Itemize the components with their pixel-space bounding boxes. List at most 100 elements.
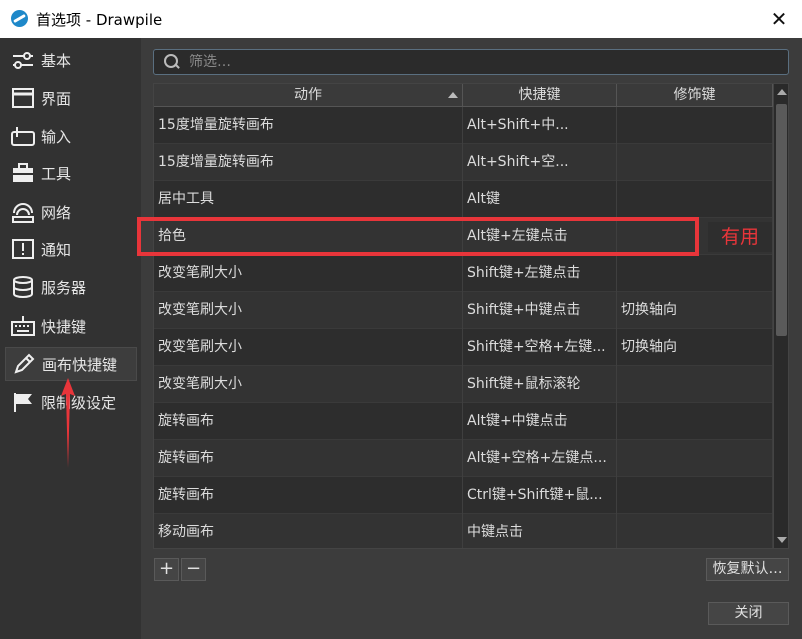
cell-shortcut: Shift键+中键点击 bbox=[463, 292, 617, 329]
sidebar-item-label: 限制级设定 bbox=[41, 393, 117, 412]
sidebar-item-label: 服务器 bbox=[41, 278, 87, 297]
sidebar-item-tools[interactable]: 工具 bbox=[5, 156, 137, 190]
table-body: 15度增量旋转画布 Alt+Shift+中... 15度增量旋转画布 Alt+Shif… bbox=[154, 107, 773, 548]
column-header-modifier[interactable]: 修饰键 bbox=[617, 84, 773, 107]
sidebar-item-label: 基本 bbox=[41, 51, 72, 70]
cell-action: 15度增量旋转画布 bbox=[154, 144, 463, 181]
table-row[interactable]: 旋转画布 Alt键+中键点击 bbox=[154, 403, 773, 440]
sidebar-item-basic[interactable]: 基本 bbox=[5, 43, 137, 77]
cell-action: 居中工具 bbox=[154, 181, 463, 218]
annotation-label: 有用 bbox=[708, 222, 772, 252]
table-row[interactable]: 改变笔刷大小 Shift键+鼠标滚轮 bbox=[154, 366, 773, 403]
drawpile-logo-icon bbox=[11, 10, 28, 27]
cell-action: 旋转画布 bbox=[154, 403, 463, 440]
search-icon bbox=[163, 53, 181, 71]
table-row[interactable]: 15度增量旋转画布 Alt+Shift+中... bbox=[154, 107, 773, 144]
sidebar: 基本 界面 输入 工具 网络 通知 服务器 快捷键 画布快捷键 限制级设定 bbox=[0, 38, 141, 639]
filter-search-box[interactable] bbox=[153, 49, 789, 75]
sidebar-item-input[interactable]: 输入 bbox=[5, 119, 137, 153]
cell-shortcut: Shift键+空格+左键... bbox=[463, 329, 617, 366]
restore-defaults-button[interactable]: 恢复默认… bbox=[706, 558, 789, 581]
table-header: 动作 快捷键 修饰键 bbox=[154, 84, 773, 107]
cell-shortcut: Shift键+鼠标滚轮 bbox=[463, 366, 617, 403]
cell-action: 改变笔刷大小 bbox=[154, 292, 463, 329]
sidebar-item-label: 通知 bbox=[41, 240, 72, 259]
sidebar-item-label: 输入 bbox=[41, 127, 72, 146]
cell-modifier bbox=[617, 144, 773, 181]
cell-action: 拾色 bbox=[154, 218, 463, 255]
scroll-down-arrow-icon[interactable] bbox=[777, 537, 787, 543]
cell-shortcut: Alt键+中键点击 bbox=[463, 403, 617, 440]
cell-action: 改变笔刷大小 bbox=[154, 255, 463, 292]
keyboard-icon bbox=[11, 314, 35, 338]
cell-action: 移动画布 bbox=[154, 514, 463, 548]
sort-ascending-icon bbox=[448, 92, 458, 98]
cell-shortcut: 中键点击 bbox=[463, 514, 617, 548]
scroll-up-arrow-icon[interactable] bbox=[777, 89, 787, 95]
sidebar-item-label: 界面 bbox=[41, 89, 72, 108]
add-shortcut-button[interactable]: + bbox=[154, 558, 179, 581]
cell-action: 15度增量旋转画布 bbox=[154, 107, 463, 144]
cell-action: 旋转画布 bbox=[154, 477, 463, 514]
sidebar-item-interface[interactable]: 界面 bbox=[5, 81, 137, 115]
cell-shortcut: Ctrl键+Shift键+鼠... bbox=[463, 477, 617, 514]
annotation-arrow-icon bbox=[61, 378, 75, 468]
window-icon bbox=[11, 86, 35, 110]
column-header-shortcut[interactable]: 快捷键 bbox=[463, 84, 617, 107]
sidebar-item-label: 快捷键 bbox=[41, 317, 87, 336]
tablet-icon bbox=[11, 124, 35, 148]
sidebar-item-label: 网络 bbox=[41, 203, 72, 222]
cell-modifier bbox=[617, 403, 773, 440]
column-header-action[interactable]: 动作 bbox=[154, 84, 463, 107]
table-row[interactable]: 改变笔刷大小 Shift键+左键点击 bbox=[154, 255, 773, 292]
notification-icon bbox=[11, 237, 35, 261]
cell-modifier bbox=[617, 255, 773, 292]
cell-shortcut: Alt+Shift+中... bbox=[463, 107, 617, 144]
cell-modifier bbox=[617, 107, 773, 144]
filter-input[interactable] bbox=[189, 54, 769, 70]
cell-shortcut: Alt+Shift+空... bbox=[463, 144, 617, 181]
sidebar-item-shortcuts[interactable]: 快捷键 bbox=[5, 309, 137, 343]
table-row[interactable]: 改变笔刷大小 Shift键+空格+左键... 切换轴向 bbox=[154, 329, 773, 366]
sidebar-item-label: 工具 bbox=[41, 164, 72, 183]
table-row[interactable]: 改变笔刷大小 Shift键+中键点击 切换轴向 bbox=[154, 292, 773, 329]
cell-modifier bbox=[617, 366, 773, 403]
table-row[interactable]: 拾色 Alt键+左键点击 bbox=[154, 218, 773, 255]
table-row[interactable]: 旋转画布 Ctrl键+Shift键+鼠... bbox=[154, 477, 773, 514]
cell-modifier bbox=[617, 514, 773, 548]
shortcuts-table: 动作 快捷键 修饰键 15度增量旋转画布 Alt+Shift+中... 15度增量旋… bbox=[153, 83, 789, 549]
cell-action: 旋转画布 bbox=[154, 440, 463, 477]
sidebar-item-notifications[interactable]: 通知 bbox=[5, 232, 137, 266]
sidebar-item-canvas-shortcuts[interactable]: 画布快捷键 bbox=[5, 347, 137, 381]
window-title: 首选项 - Drawpile bbox=[36, 11, 163, 29]
cell-modifier bbox=[617, 181, 773, 218]
cell-action: 改变笔刷大小 bbox=[154, 366, 463, 403]
table-row[interactable]: 15度增量旋转画布 Alt+Shift+空... bbox=[154, 144, 773, 181]
close-window-button[interactable]: ✕ bbox=[764, 4, 794, 34]
cell-action: 改变笔刷大小 bbox=[154, 329, 463, 366]
toolbox-icon bbox=[11, 161, 35, 185]
cell-shortcut: Shift键+左键点击 bbox=[463, 255, 617, 292]
pencil-icon bbox=[12, 352, 36, 376]
remove-shortcut-button[interactable]: − bbox=[181, 558, 206, 581]
flag-icon bbox=[11, 390, 35, 414]
cell-shortcut: Alt键+空格+左键点... bbox=[463, 440, 617, 477]
cell-modifier: 切换轴向 bbox=[617, 329, 773, 366]
title-bar: 首选项 - Drawpile ✕ bbox=[0, 0, 802, 38]
sliders-icon bbox=[11, 48, 35, 72]
sidebar-item-servers[interactable]: 服务器 bbox=[5, 270, 137, 304]
cell-modifier bbox=[617, 477, 773, 514]
cell-shortcut: Alt键+左键点击 bbox=[463, 218, 617, 255]
sidebar-item-network[interactable]: 网络 bbox=[5, 195, 137, 229]
close-button[interactable]: 关闭 bbox=[708, 602, 789, 625]
cell-modifier: 切换轴向 bbox=[617, 292, 773, 329]
cell-shortcut: Alt键 bbox=[463, 181, 617, 218]
scroll-thumb[interactable] bbox=[776, 104, 787, 336]
database-icon bbox=[11, 275, 35, 299]
table-row[interactable]: 旋转画布 Alt键+空格+左键点... bbox=[154, 440, 773, 477]
vertical-scrollbar[interactable] bbox=[773, 84, 788, 548]
cell-modifier bbox=[617, 440, 773, 477]
table-row[interactable]: 居中工具 Alt键 bbox=[154, 181, 773, 218]
table-row[interactable]: 移动画布 中键点击 bbox=[154, 514, 773, 548]
sidebar-item-label: 画布快捷键 bbox=[42, 355, 118, 374]
